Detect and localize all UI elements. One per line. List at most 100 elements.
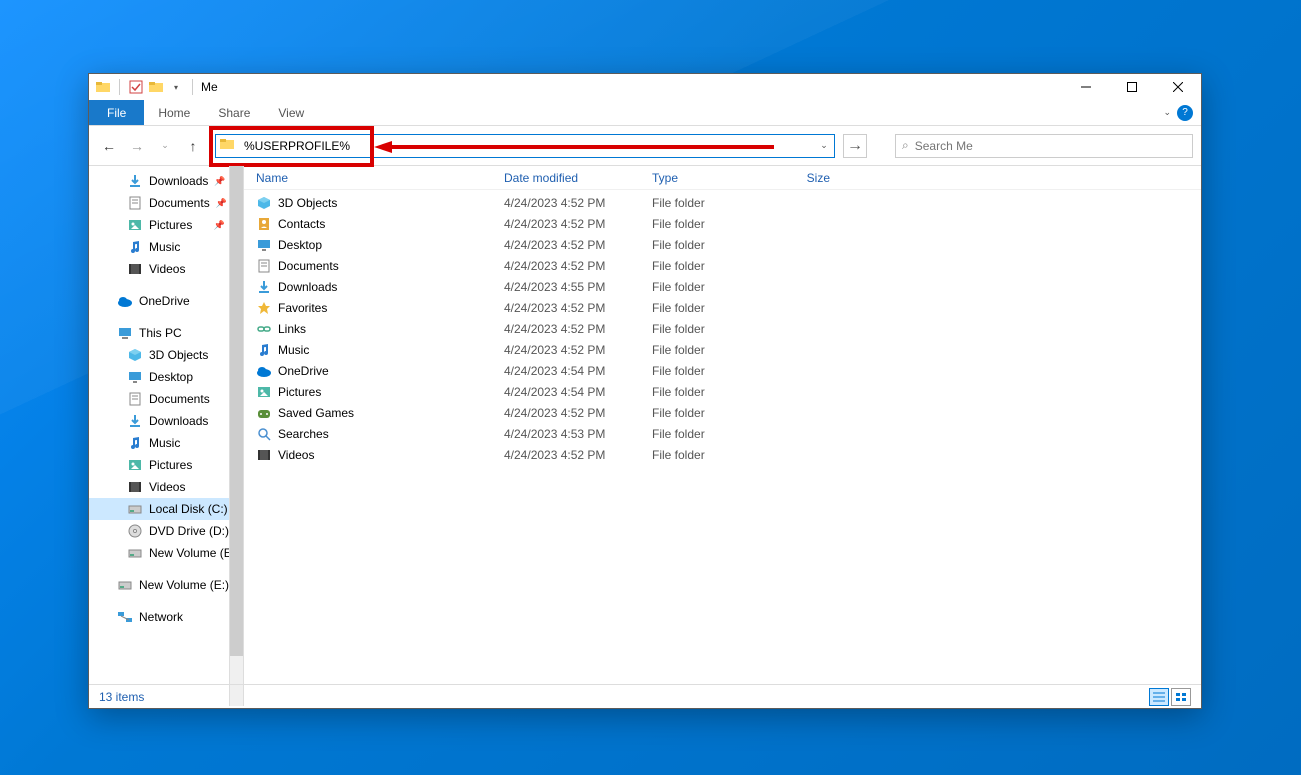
address-bar[interactable]: ⌄ xyxy=(215,134,835,158)
file-name: Contacts xyxy=(278,217,325,231)
go-button[interactable]: → xyxy=(843,134,867,158)
file-row[interactable]: Pictures4/24/2023 4:54 PMFile folder xyxy=(244,381,1201,402)
sidebar-item-videos[interactable]: Videos xyxy=(89,476,243,498)
details-view-icon[interactable] xyxy=(1149,688,1169,706)
maximize-button[interactable] xyxy=(1109,74,1155,100)
sidebar-item-label: Music xyxy=(149,240,180,254)
video-icon xyxy=(127,479,143,495)
title-bar[interactable]: ▾ Me xyxy=(89,74,1201,100)
search-input[interactable] xyxy=(915,139,1186,153)
onedrive-icon xyxy=(256,363,272,379)
file-row[interactable]: Documents 4/24/2023 4:52 PMFile folder xyxy=(244,255,1201,276)
file-type: File folder xyxy=(652,364,770,378)
file-row[interactable]: Music4/24/2023 4:52 PMFile folder xyxy=(244,339,1201,360)
video-icon xyxy=(127,261,143,277)
file-name: Music xyxy=(278,343,309,357)
desktop-icon xyxy=(127,369,143,385)
minimize-button[interactable] xyxy=(1063,74,1109,100)
pin-icon: 📌 xyxy=(214,220,225,231)
sidebar-item-videos[interactable]: Videos xyxy=(89,258,243,280)
file-row[interactable]: Searches4/24/2023 4:53 PMFile folder xyxy=(244,423,1201,444)
help-icon[interactable]: ? xyxy=(1177,105,1193,121)
folder-icon xyxy=(95,79,111,95)
sidebar-item-dvd-drive-d-es[interactable]: DVD Drive (D:) ES xyxy=(89,520,243,542)
link-icon xyxy=(256,321,272,337)
file-row[interactable]: Links4/24/2023 4:52 PMFile folder xyxy=(244,318,1201,339)
sidebar-scrollbar[interactable] xyxy=(229,166,243,706)
file-type: File folder xyxy=(652,196,770,210)
file-date: 4/24/2023 4:53 PM xyxy=(504,427,652,441)
file-row[interactable]: Videos4/24/2023 4:52 PMFile folder xyxy=(244,444,1201,465)
address-dropdown-icon[interactable]: ⌄ xyxy=(814,140,834,151)
column-date[interactable]: Date modified xyxy=(504,171,652,185)
sidebar-item-new-volume-e-[interactable]: New Volume (E:) xyxy=(89,574,243,596)
tab-file[interactable]: File xyxy=(89,100,144,125)
qat-check-icon[interactable] xyxy=(128,79,144,95)
sidebar-item-3d-objects[interactable]: 3D Objects xyxy=(89,344,243,366)
file-row[interactable]: Saved Games4/24/2023 4:52 PMFile folder xyxy=(244,402,1201,423)
sidebar-item-pictures[interactable]: Pictures 📌 xyxy=(89,214,243,236)
file-name: Saved Games xyxy=(278,406,354,420)
file-date: 4/24/2023 4:52 PM xyxy=(504,259,652,273)
file-row[interactable]: Desktop4/24/2023 4:52 PMFile folder xyxy=(244,234,1201,255)
tab-view[interactable]: View xyxy=(264,100,318,125)
status-text: 13 items xyxy=(99,690,144,704)
sidebar-this-pc[interactable]: This PC xyxy=(89,322,243,344)
file-date: 4/24/2023 4:52 PM xyxy=(504,301,652,315)
navigation-bar: ← → ⌄ ↑ ⌄ → ⌕ xyxy=(89,126,1201,166)
column-type[interactable]: Type xyxy=(652,171,770,185)
recent-dropdown-icon[interactable]: ⌄ xyxy=(153,134,177,158)
close-button[interactable] xyxy=(1155,74,1201,100)
sidebar-item-downloads[interactable]: Downloads📌 xyxy=(89,170,243,192)
file-name: Pictures xyxy=(278,385,321,399)
file-type: File folder xyxy=(652,322,770,336)
sidebar-item-documents[interactable]: Documents xyxy=(89,388,243,410)
sidebar-item-local-disk-c-[interactable]: Local Disk (C:) xyxy=(89,498,243,520)
sidebar-item-music[interactable]: Music xyxy=(89,432,243,454)
ribbon-expand-icon[interactable]: ⌄ xyxy=(1163,107,1171,118)
tab-home[interactable]: Home xyxy=(144,100,204,125)
sidebar-onedrive[interactable]: OneDrive xyxy=(89,290,243,312)
file-row[interactable]: OneDrive4/24/2023 4:54 PMFile folder xyxy=(244,360,1201,381)
sidebar-item-downloads[interactable]: Downloads xyxy=(89,410,243,432)
up-button[interactable]: ↑ xyxy=(181,134,205,158)
column-headers[interactable]: Name Date modified Type Size xyxy=(244,166,1201,190)
navigation-pane[interactable]: Downloads📌Documents📌 Pictures 📌 Music Videos… xyxy=(89,166,244,706)
sidebar-item-label: Pictures xyxy=(149,218,192,232)
sidebar-item-label: Downloads xyxy=(149,414,208,428)
back-button[interactable]: ← xyxy=(97,134,121,158)
disk-icon xyxy=(117,577,133,593)
file-row[interactable]: Favorites4/24/2023 4:52 PMFile folder xyxy=(244,297,1201,318)
qat-folder-icon[interactable] xyxy=(148,79,164,95)
sidebar-item-label: Videos xyxy=(149,480,185,494)
large-icons-view-icon[interactable] xyxy=(1171,688,1191,706)
column-size[interactable]: Size xyxy=(770,171,830,185)
file-date: 4/24/2023 4:52 PM xyxy=(504,238,652,252)
sidebar-item-label: Videos xyxy=(149,262,185,276)
file-name: OneDrive xyxy=(278,364,329,378)
sidebar-item-label: Documents xyxy=(149,392,210,406)
qat-dropdown-icon[interactable]: ▾ xyxy=(168,79,184,95)
search-box[interactable]: ⌕ xyxy=(895,134,1193,158)
file-row[interactable]: Contacts4/24/2023 4:52 PMFile folder xyxy=(244,213,1201,234)
file-type: File folder xyxy=(652,259,770,273)
sidebar-item-label: This PC xyxy=(139,326,182,340)
file-list[interactable]: 3D Objects4/24/2023 4:52 PMFile folderCo… xyxy=(244,190,1201,465)
dvd-icon xyxy=(127,523,143,539)
sidebar-item-label: Network xyxy=(139,610,183,624)
file-type: File folder xyxy=(652,343,770,357)
sidebar-item-pictures[interactable]: Pictures xyxy=(89,454,243,476)
sidebar-item-new-volume-e-[interactable]: New Volume (E:) xyxy=(89,542,243,564)
file-name: Documents xyxy=(278,259,339,273)
file-row[interactable]: Downloads4/24/2023 4:55 PMFile folder xyxy=(244,276,1201,297)
sidebar-item-desktop[interactable]: Desktop xyxy=(89,366,243,388)
tab-share[interactable]: Share xyxy=(204,100,264,125)
sidebar-network[interactable]: Network xyxy=(89,606,243,628)
sidebar-item-music[interactable]: Music xyxy=(89,236,243,258)
forward-button[interactable]: → xyxy=(125,134,149,158)
file-name: Videos xyxy=(278,448,314,462)
column-name[interactable]: Name xyxy=(256,171,504,185)
sidebar-item-documents[interactable]: Documents📌 xyxy=(89,192,243,214)
file-date: 4/24/2023 4:52 PM xyxy=(504,322,652,336)
file-row[interactable]: 3D Objects4/24/2023 4:52 PMFile folder xyxy=(244,192,1201,213)
